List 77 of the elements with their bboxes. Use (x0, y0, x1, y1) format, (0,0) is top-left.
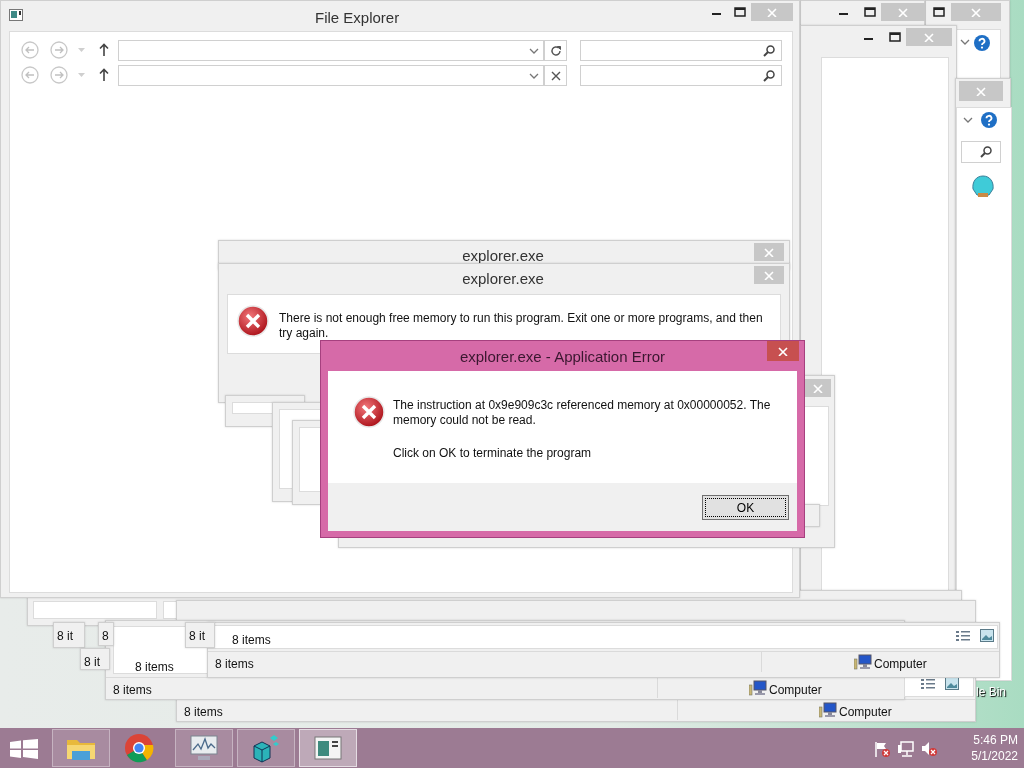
muted-speaker-icon[interactable] (920, 740, 938, 758)
dialog-title: explorer.exe (461, 246, 545, 266)
error-message: There is not enough free memory to run this program. Exit one or more programs, and then try again. (279, 311, 764, 341)
search-icon (763, 70, 775, 82)
dialog-title: explorer.exe - Application Error (458, 347, 667, 367)
close-icon (763, 247, 775, 257)
large-icons-view-icon[interactable] (980, 629, 994, 642)
desktop-icon-label: le Bin (976, 684, 1007, 701)
search-field[interactable] (961, 141, 1001, 163)
address-field[interactable] (118, 65, 544, 86)
up-arrow-icon[interactable] (99, 68, 109, 81)
start-button[interactable] (10, 739, 38, 759)
close-icon (550, 70, 561, 81)
close-icon (897, 7, 909, 17)
address-field[interactable] (118, 40, 544, 61)
clear-button[interactable] (544, 65, 567, 86)
maximize-icon (734, 7, 746, 17)
close-icon (975, 86, 987, 96)
help-icon (974, 35, 990, 51)
status-text: 8 items (113, 682, 152, 699)
close-button[interactable] (767, 341, 799, 361)
ok-button[interactable]: OK (702, 495, 789, 520)
close-icon (923, 32, 935, 42)
computer-icon (854, 654, 872, 670)
close-icon (812, 383, 824, 393)
flag-icon[interactable] (873, 740, 891, 758)
item-count: 8 items (232, 632, 271, 649)
details-view-icon[interactable] (956, 630, 970, 642)
maximize-icon (889, 32, 901, 42)
details-view-icon[interactable] (921, 678, 935, 690)
window-title: File Explorer (315, 8, 400, 28)
search-field[interactable] (580, 40, 782, 61)
app-icon (9, 9, 23, 21)
search-icon (980, 146, 992, 158)
dropdown-icon[interactable] (529, 73, 539, 80)
search-field[interactable] (580, 65, 782, 86)
status-text: 8 it (189, 628, 205, 645)
close-icon (777, 346, 789, 356)
clock-date: 5/1/2022 (970, 748, 1018, 764)
status-text: 8 it (84, 654, 100, 669)
status-text: 8 it (57, 628, 73, 645)
refresh-button[interactable] (544, 40, 567, 61)
status-text: 8 (102, 628, 109, 645)
dropdown-icon[interactable] (960, 39, 970, 46)
computer-icon (819, 702, 837, 718)
location-label: Computer (839, 704, 892, 721)
computer-icon (749, 680, 767, 696)
location-label: Computer (874, 656, 927, 673)
maximize-icon (864, 7, 876, 17)
clock-time: 5:46 PM (972, 732, 1018, 748)
maximize-icon (933, 7, 945, 17)
search-icon (763, 45, 775, 57)
taskbar-button[interactable] (299, 729, 357, 767)
help-icon (981, 112, 997, 128)
dropdown-icon[interactable] (963, 117, 973, 124)
dialog-title: explorer.exe (461, 269, 545, 289)
clock[interactable]: 5:46 PM 5/1/2022 (950, 732, 1018, 766)
taskbar-button[interactable] (237, 729, 295, 767)
close-icon (763, 270, 775, 280)
refresh-icon (549, 44, 562, 57)
browser-icon (123, 732, 155, 764)
network-icon[interactable] (897, 740, 915, 758)
error-icon (237, 305, 269, 337)
shell-icon (971, 174, 995, 198)
status-text: 8 items (184, 704, 223, 721)
dropdown-icon[interactable] (529, 48, 539, 55)
up-arrow-icon[interactable] (99, 43, 109, 56)
status-text: 8 items (215, 656, 254, 673)
item-count: 8 items (135, 659, 174, 676)
error-note: Click on OK to terminate the program (393, 445, 592, 462)
error-message: The instruction at 0x9e909c3c referenced memory at 0x00000052. The memory could not be read. (393, 398, 772, 428)
location-label: Computer (769, 682, 822, 699)
error-icon (353, 396, 385, 428)
taskbar-button[interactable] (175, 729, 233, 767)
taskbar-button[interactable] (52, 729, 110, 767)
close-icon (766, 7, 778, 17)
close-icon (970, 7, 982, 17)
